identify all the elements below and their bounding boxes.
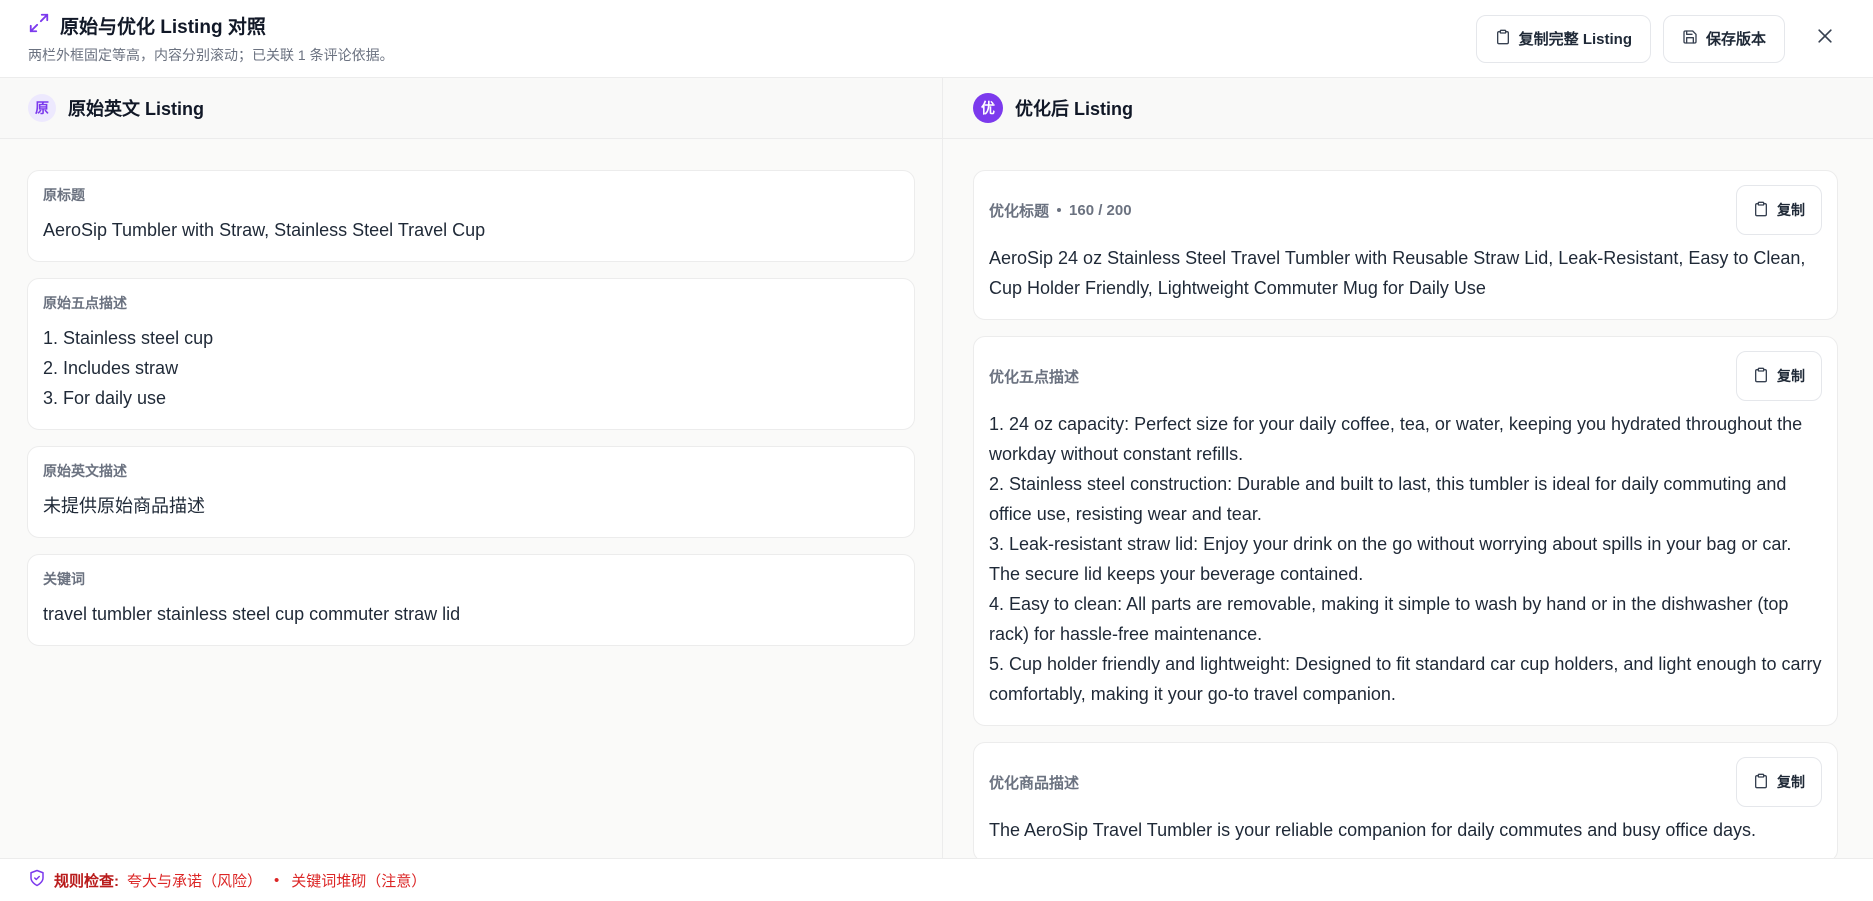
- optimized-title-card: 优化标题 160 / 200 复制 AeroSip 24 oz Stainles…: [973, 170, 1838, 320]
- rule-check-label: 规则检查:: [54, 872, 119, 890]
- rule-item: 关键词堆砌（注意）: [291, 872, 427, 890]
- card-label: 原标题: [43, 187, 85, 203]
- copy-full-listing-label: 复制完整 Listing: [1518, 31, 1632, 48]
- bullet-line: 3. Leak-resistant straw lid: Enjoy your …: [989, 534, 1792, 584]
- card-text: AeroSip Tumbler with Straw, Stainless St…: [43, 215, 899, 245]
- save-icon: [1682, 29, 1698, 49]
- copy-label: 复制: [1777, 202, 1805, 218]
- copy-label: 复制: [1777, 774, 1805, 790]
- bullet-line: 4. Easy to clean: All parts are removabl…: [989, 594, 1789, 644]
- optimized-panel-scroll[interactable]: 优化标题 160 / 200 复制 AeroSip 24 oz Stainles…: [943, 139, 1873, 858]
- header-actions: 复制完整 Listing 保存版本: [1475, 14, 1845, 63]
- card-label: 优化五点描述: [989, 368, 1080, 386]
- copy-label: 复制: [1777, 368, 1805, 384]
- card-text: 未提供原始商品描述: [43, 491, 899, 521]
- card-line: AeroSip Tumbler with Straw, Stainless St…: [43, 220, 486, 240]
- title-row: 原始与优化 Listing 对照: [28, 12, 394, 39]
- card-line: 3. For daily use: [43, 388, 167, 408]
- optimized-description-text: The AeroSip Travel Tumbler is your relia…: [989, 820, 1757, 840]
- original-panel-title: 原始英文 Listing: [68, 99, 204, 119]
- original-bullets-card: 原始五点描述 1. Stainless steel cup 2. Include…: [27, 278, 915, 430]
- rule-check-bar: 规则检查: 夸大与承诺（风险） • 关键词堆砌（注意）: [0, 858, 1873, 901]
- copy-title-button[interactable]: 复制: [1736, 185, 1822, 235]
- original-keywords-card: 关键词 travel tumbler stainless steel cup c…: [27, 554, 915, 646]
- page-subtitle: 两栏外框固定等高，内容分别滚动；已关联 1 条评论依据。: [28, 47, 394, 63]
- copy-full-listing-button[interactable]: 复制完整 Listing: [1475, 14, 1651, 63]
- expand-arrows-icon: [28, 12, 50, 39]
- save-version-label: 保存版本: [1705, 31, 1766, 48]
- card-line: 2. Includes straw: [43, 358, 179, 378]
- card-label-group: 优化商品描述: [989, 772, 1079, 793]
- title-char-count: 160 / 200: [1069, 201, 1132, 219]
- optimized-bullets-card: 优化五点描述 复制 1. 24 oz capacity: Perfect siz…: [973, 336, 1838, 726]
- card-label: 原始五点描述: [43, 295, 127, 311]
- optimized-panel-header: 优 优化后 Listing: [943, 78, 1873, 139]
- clipboard-icon: [1753, 367, 1769, 386]
- card-head: 优化标题 160 / 200 复制: [989, 185, 1822, 235]
- optimized-description-card: 优化商品描述 复制 The AeroSip Travel Tumbler is …: [973, 742, 1838, 858]
- optimized-bullets-text: 1. 24 oz capacity: Perfect size for your…: [989, 409, 1822, 709]
- card-label: 原始英文描述: [43, 463, 127, 479]
- card-head: 优化五点描述 复制: [989, 351, 1822, 401]
- card-line: 未提供原始商品描述: [43, 496, 205, 516]
- clipboard-icon: [1753, 773, 1769, 792]
- optimized-listing-panel: 优 优化后 Listing 优化标题 160 / 200 复制 AeroSip …: [943, 78, 1873, 858]
- card-label: 关键词: [43, 571, 85, 587]
- optimized-panel-title: 优化后 Listing: [1015, 99, 1133, 119]
- original-badge: 原: [28, 94, 56, 122]
- original-title-card: 原标题 AeroSip Tumbler with Straw, Stainles…: [27, 170, 915, 262]
- rule-item: 夸大与承诺（风险）: [127, 872, 263, 890]
- card-label: 优化标题: [989, 202, 1050, 220]
- bullet-line: 2. Stainless steel construction: Durable…: [989, 474, 1787, 524]
- original-listing-panel: 原 原始英文 Listing 原标题 AeroSip Tumbler with …: [0, 78, 943, 858]
- clipboard-icon: [1495, 29, 1511, 49]
- header-left: 原始与优化 Listing 对照 两栏外框固定等高，内容分别滚动；已关联 1 条…: [28, 12, 394, 65]
- card-label: 优化商品描述: [989, 774, 1080, 792]
- card-text: 1. Stainless steel cup 2. Includes straw…: [43, 323, 899, 413]
- bullet-line: 5. Cup holder friendly and lightweight: …: [989, 654, 1822, 704]
- copy-bullets-button[interactable]: 复制: [1736, 351, 1822, 401]
- card-text: travel tumbler stainless steel cup commu…: [43, 599, 899, 629]
- clipboard-icon: [1753, 201, 1769, 220]
- page-title: 原始与优化 Listing 对照: [60, 17, 266, 38]
- dialog-header: 原始与优化 Listing 对照 两栏外框固定等高，内容分别滚动；已关联 1 条…: [0, 0, 1873, 78]
- listing-compare-dialog: 原始与优化 Listing 对照 两栏外框固定等高，内容分别滚动；已关联 1 条…: [0, 0, 1873, 901]
- shield-check-icon: [28, 869, 46, 891]
- optimized-badge: 优: [973, 93, 1003, 123]
- original-description-card: 原始英文描述 未提供原始商品描述: [27, 446, 915, 538]
- optimized-title-text: AeroSip 24 oz Stainless Steel Travel Tum…: [989, 248, 1806, 298]
- close-button[interactable]: [1805, 19, 1845, 59]
- card-label-group: 优化标题 160 / 200: [989, 200, 1132, 221]
- rule-separator: •: [274, 871, 280, 889]
- bullet-line: 1. 24 oz capacity: Perfect size for your…: [989, 414, 1803, 464]
- card-head: 优化商品描述 复制: [989, 757, 1822, 807]
- original-panel-header: 原 原始英文 Listing: [0, 78, 942, 139]
- copy-description-button[interactable]: 复制: [1736, 757, 1822, 807]
- original-panel-scroll[interactable]: 原标题 AeroSip Tumbler with Straw, Stainles…: [0, 139, 942, 858]
- separator-dot: [1057, 208, 1062, 212]
- card-line: 1. Stainless steel cup: [43, 328, 214, 348]
- card-label-group: 优化五点描述: [989, 366, 1079, 387]
- close-icon: [1815, 26, 1835, 51]
- card-line: travel tumbler stainless steel cup commu…: [43, 604, 461, 624]
- save-version-button[interactable]: 保存版本: [1662, 14, 1785, 63]
- compare-columns: 原 原始英文 Listing 原标题 AeroSip Tumbler with …: [0, 78, 1873, 858]
